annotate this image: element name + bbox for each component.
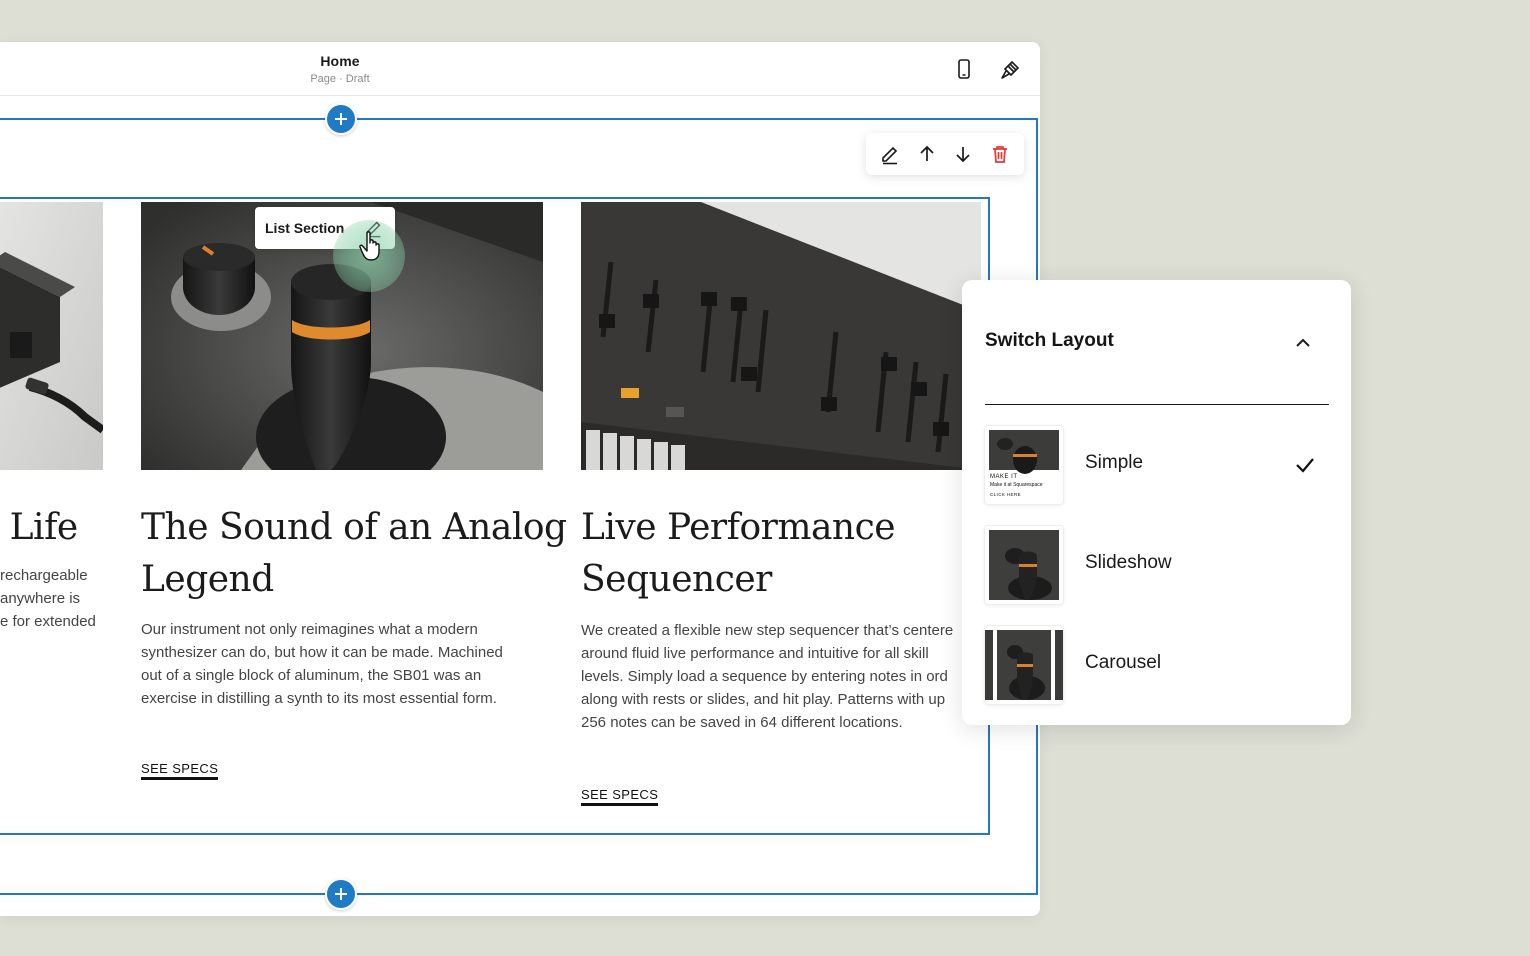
plus-icon <box>335 113 347 125</box>
layout-option-carousel[interactable]: Carousel <box>985 626 1329 706</box>
layout-option-label: Carousel <box>1085 652 1162 673</box>
layout-thumbnail-slideshow <box>985 526 1063 604</box>
card-body: We created a flexible new step sequencer… <box>581 619 961 734</box>
layout-thumbnail-simple: MAKE IT Make it at Squarespace CLICK HER… <box>985 426 1063 504</box>
panel-title: Switch Layout <box>985 330 1114 351</box>
card-body: rechargeable anywhere is e for extended <box>0 564 96 633</box>
thumbnail-line: Make it at Squarespace <box>990 482 1043 488</box>
move-down-button[interactable] <box>950 141 976 167</box>
see-specs-link[interactable]: SEE SPECS <box>581 787 659 806</box>
card-title: Live Performance Sequencer <box>581 502 896 606</box>
card-body-line: around fluid live performance and intuit… <box>581 645 929 662</box>
card-image-synth[interactable] <box>581 202 981 470</box>
layout-thumbnail-carousel <box>985 626 1063 704</box>
thumbnail-line: CLICK HERE <box>990 492 1022 497</box>
page-title: Home <box>320 53 360 69</box>
arrow-up-icon <box>920 145 934 161</box>
add-section-button[interactable] <box>325 878 357 910</box>
thumbnail-line: MAKE IT <box>990 474 1018 480</box>
edit-section-button[interactable] <box>877 141 903 167</box>
add-section-button[interactable] <box>325 103 357 135</box>
mobile-phone-icon[interactable] <box>951 56 977 82</box>
switch-layout-panel: Switch Layout MAKE IT Make it at Squares… <box>962 280 1351 725</box>
layout-option-label: Slideshow <box>1085 552 1172 573</box>
card-title-line: The Sound of an Analog <box>141 507 567 548</box>
card-image-battery[interactable] <box>0 202 103 470</box>
chevron-up-icon[interactable] <box>1292 332 1314 354</box>
layout-option-simple[interactable]: MAKE IT Make it at Squarespace CLICK HER… <box>985 426 1329 506</box>
checkmark-icon <box>1296 458 1314 473</box>
card-body-line: anywhere is <box>0 590 81 607</box>
delete-section-button[interactable] <box>987 141 1013 167</box>
page-status: Page · Draft <box>310 73 370 85</box>
layout-option-slideshow[interactable]: Slideshow <box>985 526 1329 606</box>
card-body-line: levels. Simply load a sequence by enteri… <box>581 668 948 685</box>
card-body-line: along with rests or slides, and hit play… <box>581 691 946 708</box>
card-title-line: Sequencer <box>581 559 772 600</box>
card-body-line: e for extended <box>0 613 96 630</box>
layout-option-label: Simple <box>1085 452 1144 473</box>
plus-icon <box>335 888 347 900</box>
card-body-line: exercise in distilling a synth to its mo… <box>141 690 497 707</box>
editor-window: Home Page · Draft Life rechargeable anyw… <box>0 42 1040 916</box>
card-body-line: out of a single block of aluminum, the S… <box>141 667 482 684</box>
card-title: The Sound of an Analog Legend <box>141 502 567 606</box>
card-body: Our instrument not only reimagines what … <box>141 618 503 710</box>
card-body-line: rechargeable <box>0 567 88 584</box>
card-body-line: synthesizer can do, but how it can be ma… <box>141 644 503 661</box>
paintbrush-icon[interactable] <box>998 56 1024 82</box>
section-toolbar <box>866 133 1024 175</box>
panel-divider <box>985 404 1329 405</box>
pencil-icon <box>882 146 898 165</box>
move-up-button[interactable] <box>914 141 940 167</box>
editor-topbar: Home Page · Draft <box>0 42 1040 96</box>
hand-cursor-icon <box>359 231 380 261</box>
card-title-line: Legend <box>141 559 274 600</box>
card-title: r Life <box>0 507 78 548</box>
see-specs-link[interactable]: SEE SPECS <box>141 761 219 780</box>
card-body-line: Our instrument not only reimagines what … <box>141 621 478 638</box>
arrow-down-icon <box>956 147 970 163</box>
card-body-line: 256 notes can be saved in 64 different l… <box>581 714 903 731</box>
trash-icon <box>992 146 1007 163</box>
card-body-line: We created a flexible new step sequencer… <box>581 622 954 639</box>
list-section-label: List Section <box>265 220 345 236</box>
card-title-line: Live Performance <box>581 507 896 548</box>
